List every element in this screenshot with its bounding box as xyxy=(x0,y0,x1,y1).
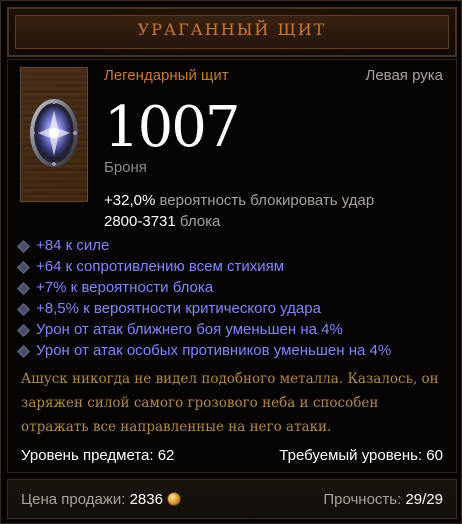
item-slot: Левая рука xyxy=(365,67,443,84)
affix-item: +84 к силе xyxy=(17,235,391,256)
sell-price-label: Цена продажи: xyxy=(21,491,126,508)
block-chance: +32,0% вероятность блокировать удар xyxy=(104,192,374,209)
affix-list: +84 к силе +64 к сопротивлению всем стих… xyxy=(17,235,392,361)
sell-price-value: 2836 xyxy=(129,491,163,508)
gold-coin-icon xyxy=(167,492,181,506)
affix-item: Урон от атак ближнего боя уменьшен на 4% xyxy=(17,319,391,340)
block-amount-label: блока xyxy=(179,213,221,230)
affix-item: +64 к сопротивлению всем стихиям xyxy=(17,256,391,277)
flavor-text: Ашуск никогда не видел подобного металла… xyxy=(21,367,445,439)
block-amount: 2800-3731 блока xyxy=(104,213,220,230)
affix-text: Урон от атак особых противников уменьшен… xyxy=(36,342,392,359)
armor-value: 1007 xyxy=(104,95,241,160)
affix-bullet-icon xyxy=(17,324,30,337)
affix-bullet-icon xyxy=(17,282,30,295)
block-chance-label: вероятность блокировать удар xyxy=(159,192,375,209)
affix-text: +64 к сопротивлению всем стихиям xyxy=(36,258,285,275)
flavor-line: отражать все направленные на него атаки. xyxy=(21,419,332,435)
flavor-line: заряжен силой самого грозового неба и сп… xyxy=(21,395,379,411)
tooltip-header: УРАГАННЫЙ ЩИТ xyxy=(7,7,457,57)
affix-item: Урон от атак особых противников уменьшен… xyxy=(17,340,392,361)
affix-bullet-icon xyxy=(17,345,30,358)
item-type: Легендарный щит xyxy=(104,67,229,84)
affix-bullet-icon xyxy=(17,303,30,316)
affix-text: +84 к силе xyxy=(36,237,110,254)
block-amount-value: 2800-3731 xyxy=(104,213,176,230)
item-tooltip: УРАГАННЫЙ ЩИТ Легендарный щит Левая рука… xyxy=(0,0,462,524)
storm-shield-icon xyxy=(30,99,78,167)
affix-bullet-icon xyxy=(17,240,30,253)
affix-text: +8,5% к вероятности критического удара xyxy=(36,300,321,317)
affix-text: +7% к вероятности блока xyxy=(36,279,214,296)
sell-price: Цена продажи: 2836 xyxy=(21,491,163,508)
affix-bullet-icon xyxy=(17,261,30,274)
item-level: Уровень предмета: 62 xyxy=(21,447,175,464)
required-level: Требуемый уровень: 60 xyxy=(279,447,443,464)
flavor-line: Ашуск никогда не видел подобного металла… xyxy=(21,371,439,387)
armor-label: Броня xyxy=(104,159,147,176)
durability-value: 29/29 xyxy=(405,491,443,508)
durability-label: Прочность: xyxy=(323,491,402,508)
affix-text: Урон от атак ближнего боя уменьшен на 4% xyxy=(36,321,343,338)
affix-item: +8,5% к вероятности критического удара xyxy=(17,298,391,319)
block-chance-value: +32,0% xyxy=(104,192,156,209)
affix-item: +7% к вероятности блока xyxy=(17,277,391,298)
durability: Прочность: 29/29 xyxy=(323,491,443,508)
item-name: УРАГАННЫЙ ЩИТ xyxy=(137,20,327,39)
